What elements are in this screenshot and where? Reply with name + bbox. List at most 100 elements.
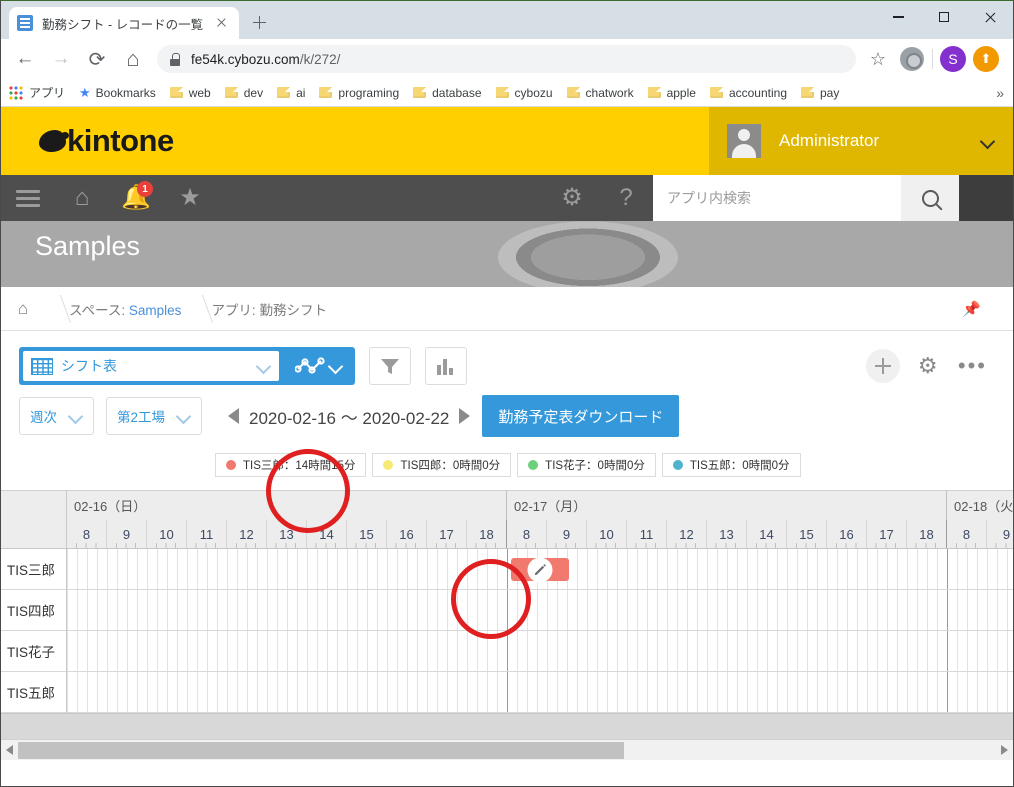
legend-label: TIS四郎：0時間0分	[400, 460, 501, 472]
favorites-button[interactable]: ★	[163, 175, 217, 221]
bookmark-apple[interactable]: apple	[647, 86, 696, 100]
bookmark-database[interactable]: database	[413, 86, 482, 100]
close-icon[interactable]	[211, 13, 231, 33]
help-button[interactable]: ?	[599, 175, 653, 221]
bookmark-bookmarks[interactable]: ★ Bookmarks	[79, 85, 156, 101]
chevron-down-icon	[981, 134, 995, 148]
breadcrumb-space-label: スペース:	[69, 302, 126, 318]
address-bar[interactable]: fe54k.cybozu.com/k/272/	[157, 45, 856, 73]
settings-button[interactable]: ⚙	[545, 175, 599, 221]
breadcrumb-space[interactable]: スペース: Samples	[63, 299, 187, 319]
minimize-button[interactable]	[875, 1, 921, 33]
breadcrumb-space-link[interactable]: Samples	[129, 303, 182, 318]
window-controls	[875, 1, 1013, 39]
next-period-icon[interactable]	[459, 408, 471, 424]
factory-select[interactable]: 第2工場	[106, 397, 203, 435]
graph-view-button[interactable]	[283, 347, 355, 385]
breadcrumb-home-icon[interactable]: ⌂	[1, 299, 45, 319]
scrollbar-thumb[interactable]	[18, 741, 625, 759]
bookmark-chatwork[interactable]: chatwork	[566, 86, 634, 100]
notifications-button[interactable]: 🔔 1	[109, 175, 163, 221]
download-schedule-button[interactable]: 勤務予定表ダウンロード	[482, 395, 680, 437]
horizontal-scrollbar[interactable]	[1, 739, 1013, 760]
back-icon[interactable]	[10, 44, 40, 74]
shift-event-bar[interactable]	[511, 557, 569, 582]
pencil-icon[interactable]	[527, 557, 553, 582]
view-name: シフト表	[61, 358, 117, 374]
update-icon[interactable]	[973, 46, 999, 72]
extension-icon[interactable]	[900, 47, 924, 71]
day-boundary-line	[947, 590, 948, 630]
app-settings-icon[interactable]: ⚙	[918, 355, 940, 377]
calendar-hour-label: 11	[627, 520, 667, 548]
bookmark-programing[interactable]: programing	[319, 86, 399, 100]
row-label: TIS三郎	[1, 549, 66, 590]
add-record-button[interactable]	[865, 349, 900, 383]
user-menu[interactable]: Administrator	[709, 107, 1013, 175]
bookmarks-overflow-icon[interactable]: »	[996, 85, 1004, 101]
more-options-icon[interactable]: •••	[958, 355, 987, 377]
table-row[interactable]	[67, 672, 1013, 713]
prev-period-icon[interactable]	[228, 408, 240, 424]
calendar-hour-label: 15	[347, 520, 387, 548]
calendar-hour-label: 8	[507, 520, 547, 548]
home-button[interactable]: ⌂	[55, 175, 109, 221]
pin-icon[interactable]: 📌	[962, 300, 981, 318]
home-icon[interactable]	[118, 44, 148, 74]
bookmark-label: cybozu	[514, 85, 553, 100]
gear-icon: ⚙	[561, 184, 583, 211]
legend-item[interactable]: TIS花子：0時間0分	[517, 453, 656, 477]
legend-item[interactable]: TIS三郎：14時間15分	[215, 453, 367, 477]
kintone-blob-icon	[39, 130, 69, 152]
breadcrumb: ⌂ スペース: Samples アプリ: 勤務シフト 📌	[1, 287, 1013, 331]
app-toolbar: シフト表 ⚙ ••• 週次 第2工場 2020-02-16 ～ 2020-02-…	[1, 331, 1013, 477]
calendar-day-header: 02-16（日） 02-17（月） 02-18（火	[67, 491, 1013, 520]
browser-tab[interactable]: 勤務シフト - レコードの一覧	[9, 7, 239, 39]
scroll-right-icon[interactable]	[996, 740, 1013, 761]
apps-grid-icon	[9, 85, 23, 100]
bookmark-web[interactable]: web	[169, 86, 211, 100]
bookmark-star-icon[interactable]	[864, 45, 892, 73]
bookmark-apps[interactable]: アプリ	[9, 84, 65, 101]
legend-label: TIS三郎：14時間15分	[243, 460, 356, 472]
calendar-hour-label: 9	[107, 520, 147, 548]
calendar-grid[interactable]	[67, 549, 1013, 713]
bookmark-dev[interactable]: dev	[224, 86, 263, 100]
avatar	[727, 124, 761, 158]
new-tab-button[interactable]	[245, 8, 273, 36]
legend-item[interactable]: TIS五郎：0時間0分	[661, 453, 801, 477]
calendar-timeline[interactable]: 02-16（日） 02-17（月） 02-18（火 8 9 10 11 12 13 14 15 16…	[67, 491, 1013, 713]
table-row[interactable]	[67, 590, 1013, 631]
maximize-button[interactable]	[921, 1, 967, 33]
calendar-day-label: 02-18（火	[947, 491, 1013, 520]
reload-icon[interactable]	[82, 44, 112, 74]
bookmark-cybozu[interactable]: cybozu	[495, 85, 553, 100]
chevron-down-icon	[329, 359, 343, 373]
bookmark-accounting[interactable]: accounting	[709, 86, 787, 100]
search-button[interactable]	[901, 175, 959, 221]
navbar-right: ⚙ ? アプリ内検索	[545, 175, 1013, 221]
period-select[interactable]: 週次	[19, 397, 94, 435]
url-path: /k/272/	[299, 51, 341, 67]
table-row[interactable]	[67, 631, 1013, 672]
folder-icon	[319, 87, 333, 98]
scroll-left-icon[interactable]	[1, 740, 18, 761]
bookmark-label: Bookmarks	[95, 85, 156, 100]
bookmark-pay[interactable]: pay	[801, 86, 839, 100]
search-input[interactable]: アプリ内検索	[653, 175, 901, 221]
chart-button[interactable]	[425, 347, 467, 385]
menu-button[interactable]	[1, 175, 55, 221]
quarter-hour-gridlines	[67, 590, 1013, 630]
graph-icon	[295, 357, 325, 375]
bookmark-label: pay	[820, 85, 840, 100]
kintone-logo[interactable]: kintone	[39, 123, 174, 159]
view-selector[interactable]: シフト表	[19, 347, 283, 385]
filter-button[interactable]	[369, 347, 411, 385]
profile-avatar[interactable]: S	[940, 46, 966, 72]
table-row[interactable]	[67, 549, 1013, 590]
scrollbar-track[interactable]	[18, 740, 996, 761]
bookmark-ai[interactable]: ai	[277, 86, 305, 100]
legend-item[interactable]: TIS四郎：0時間0分	[372, 453, 512, 477]
window-close-button[interactable]	[967, 1, 1013, 33]
url-host: fe54k.cybozu.com	[191, 51, 300, 67]
